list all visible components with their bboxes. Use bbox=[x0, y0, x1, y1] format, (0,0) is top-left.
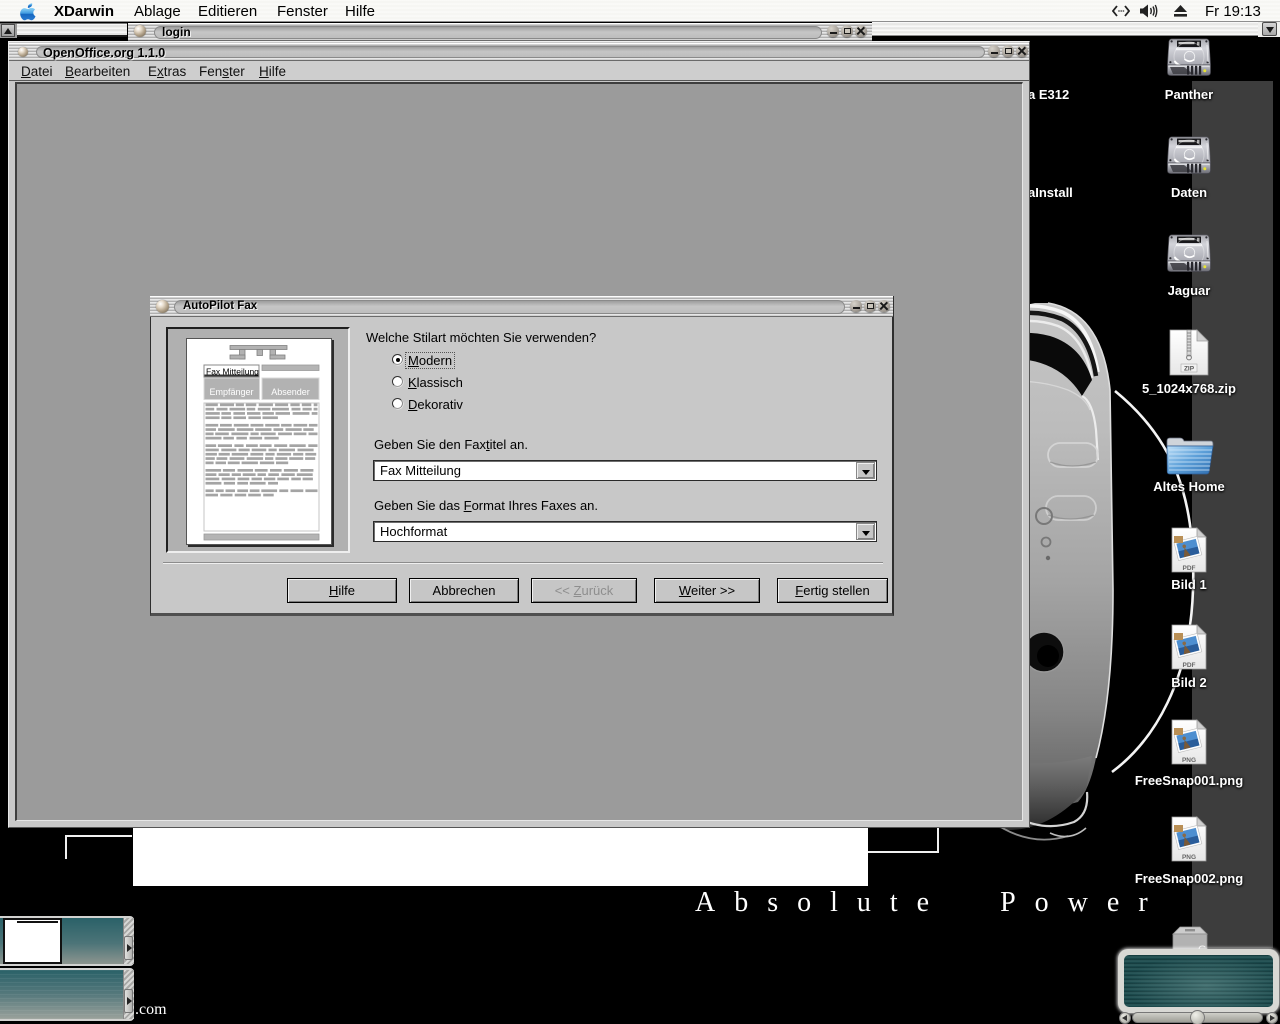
svg-text:ZIP: ZIP bbox=[1184, 366, 1195, 373]
svg-text:Empfänger: Empfänger bbox=[209, 387, 253, 397]
svg-text:PNG: PNG bbox=[1182, 854, 1196, 861]
svg-text:Fax Mitteilung: Fax Mitteilung bbox=[206, 367, 259, 377]
svg-text:PDF: PDF bbox=[1183, 565, 1196, 572]
svg-text:PNG: PNG bbox=[1182, 757, 1196, 764]
svg-text:PDF: PDF bbox=[1183, 662, 1196, 669]
svg-text:Absender: Absender bbox=[271, 387, 310, 397]
